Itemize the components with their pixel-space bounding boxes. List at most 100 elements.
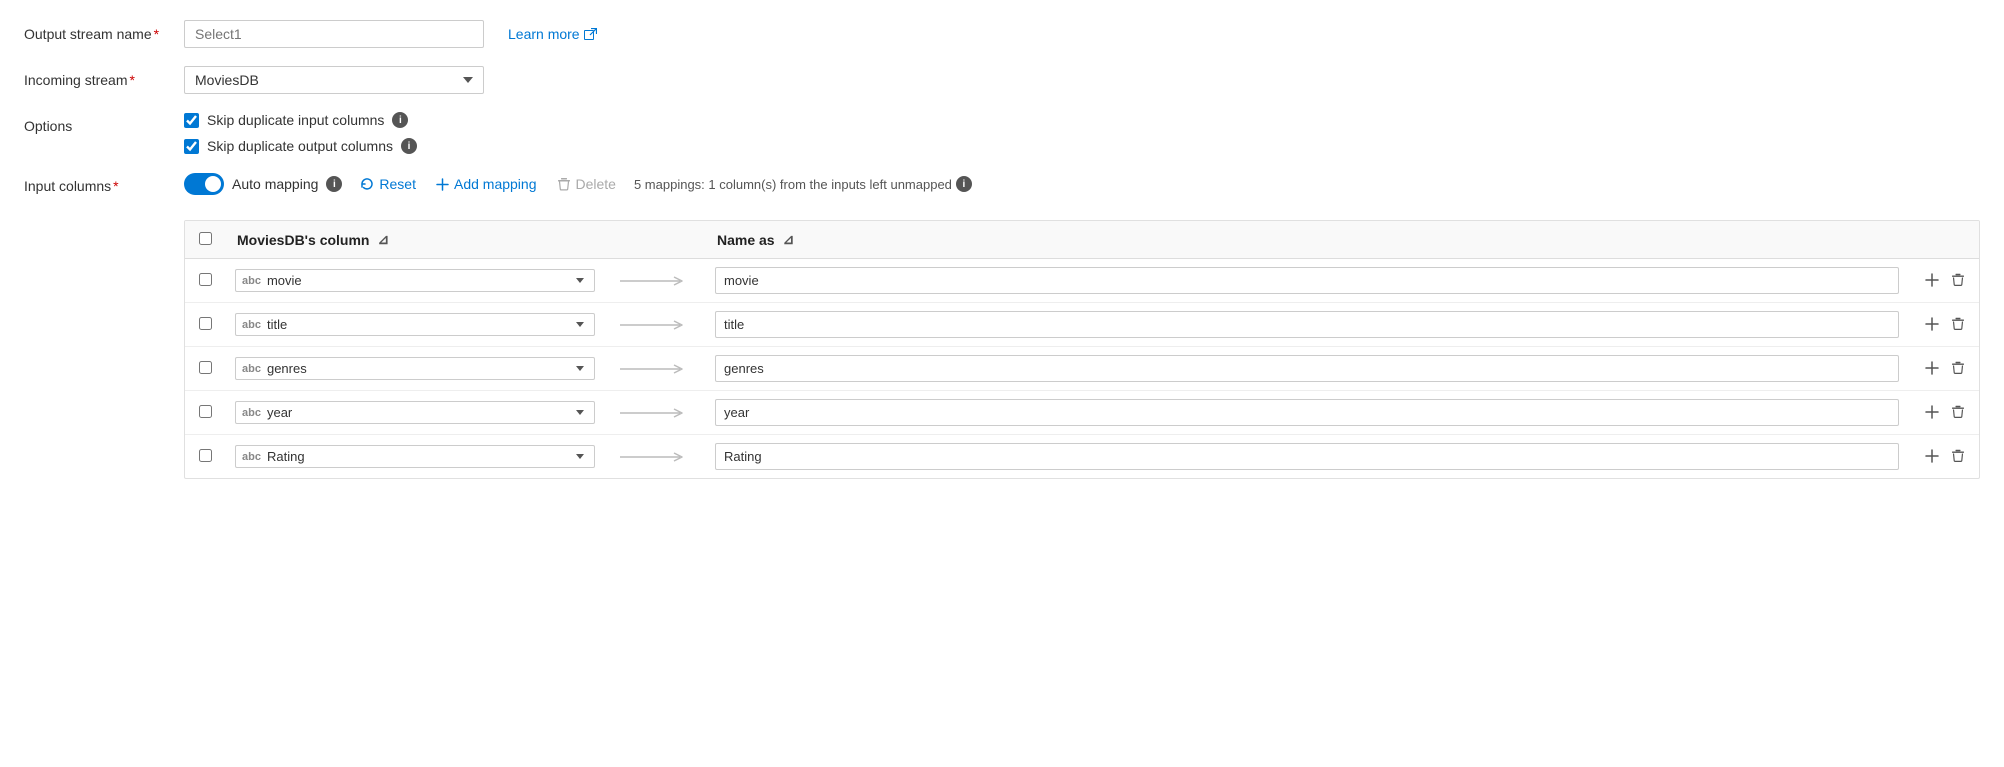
delete-row-icon-1 (1951, 317, 1965, 331)
mapping-table-container: MoviesDB's column ⊿ Name as ⊿ (184, 208, 1980, 479)
target-col-3 (705, 391, 1909, 435)
input-columns-label: Input columns* (24, 172, 184, 194)
mapping-rows: abc movie (185, 259, 1979, 479)
actions-col-3 (1909, 391, 1979, 435)
target-input-0[interactable] (715, 267, 1899, 294)
delete-icon (557, 177, 571, 191)
auto-mapping-toggle[interactable] (184, 173, 224, 195)
source-col-1: abc title (225, 303, 605, 347)
auto-mapping-toggle-wrap: Auto mapping i (184, 173, 342, 195)
mapping-table: MoviesDB's column ⊿ Name as ⊿ (185, 221, 1979, 478)
header-actions-col (1909, 221, 1979, 259)
delete-row-icon-2 (1951, 361, 1965, 375)
table-row: abc Rating (185, 435, 1979, 479)
add-row-button-0[interactable] (1921, 271, 1943, 289)
add-row-icon-1 (1925, 317, 1939, 331)
incoming-stream-select[interactable]: MoviesDB (184, 66, 484, 94)
arrow-col-3 (605, 391, 705, 435)
actions-col-4 (1909, 435, 1979, 479)
source-select-4[interactable]: Rating (267, 449, 588, 464)
add-row-icon-4 (1925, 449, 1939, 463)
input-columns-controls: Auto mapping i Reset Add mapping (184, 172, 972, 196)
add-row-icon-3 (1925, 405, 1939, 419)
row-checkbox-cell (185, 391, 225, 435)
add-row-button-3[interactable] (1921, 403, 1943, 421)
add-mapping-icon (436, 178, 449, 191)
delete-row-button-2[interactable] (1947, 359, 1969, 377)
add-mapping-button[interactable]: Add mapping (434, 172, 539, 196)
actions-col-1 (1909, 303, 1979, 347)
header-arrow-col (605, 221, 705, 259)
header-target-col: Name as ⊿ (705, 221, 1909, 259)
skip-duplicate-input-checkbox[interactable] (184, 113, 199, 128)
header-source-col: MoviesDB's column ⊿ (225, 221, 605, 259)
skip-duplicate-input-row: Skip duplicate input columns i (184, 112, 417, 128)
row-checkbox-2[interactable] (199, 361, 212, 374)
reset-button[interactable]: Reset (358, 172, 418, 196)
skip-duplicate-output-checkbox[interactable] (184, 139, 199, 154)
auto-mapping-info-icon: i (326, 176, 342, 192)
row-checkbox-1[interactable] (199, 317, 212, 330)
options-row: Options Skip duplicate input columns i S… (24, 112, 1980, 154)
source-col-2: abc genres (225, 347, 605, 391)
table-row: abc movie (185, 259, 1979, 303)
add-row-icon-0 (1925, 273, 1939, 287)
delete-row-button-0[interactable] (1947, 271, 1969, 289)
row-checkbox-cell (185, 259, 225, 303)
add-row-button-4[interactable] (1921, 447, 1943, 465)
target-col-2 (705, 347, 1909, 391)
target-input-4[interactable] (715, 443, 1899, 470)
add-row-icon-2 (1925, 361, 1939, 375)
input-columns-header: Input columns* Auto mapping i Reset (24, 172, 1980, 196)
row-checkbox-0[interactable] (199, 273, 212, 286)
source-col-3: abc year (225, 391, 605, 435)
target-input-1[interactable] (715, 311, 1899, 338)
output-stream-label: Output stream name* (24, 20, 184, 42)
arrow-icon-0 (620, 274, 690, 288)
actions-col-2 (1909, 347, 1979, 391)
delete-row-icon-4 (1951, 449, 1965, 463)
output-stream-input[interactable] (184, 20, 484, 48)
row-checkbox-4[interactable] (199, 449, 212, 462)
arrow-icon-1 (620, 318, 690, 332)
source-select-0[interactable]: movie (267, 273, 588, 288)
arrow-icon-3 (620, 406, 690, 420)
table-row: abc year (185, 391, 1979, 435)
source-col-0: abc movie (225, 259, 605, 303)
output-stream-row: Output stream name* Learn more (24, 20, 1980, 48)
row-checkbox-cell (185, 347, 225, 391)
options-content: Skip duplicate input columns i Skip dupl… (184, 112, 417, 154)
delete-row-icon-3 (1951, 405, 1965, 419)
add-row-button-2[interactable] (1921, 359, 1943, 377)
target-input-3[interactable] (715, 399, 1899, 426)
delete-button[interactable]: Delete (555, 172, 618, 196)
learn-more-link[interactable]: Learn more (508, 26, 597, 42)
row-checkbox-cell (185, 303, 225, 347)
arrow-icon-2 (620, 362, 690, 376)
arrow-col-0 (605, 259, 705, 303)
actions-col-0 (1909, 259, 1979, 303)
target-col-1 (705, 303, 1909, 347)
source-col-4: abc Rating (225, 435, 605, 479)
arrow-col-1 (605, 303, 705, 347)
target-filter-icon[interactable]: ⊿ (783, 231, 795, 248)
target-input-2[interactable] (715, 355, 1899, 382)
source-select-1[interactable]: title (267, 317, 588, 332)
select-all-checkbox[interactable] (199, 232, 212, 245)
source-select-2[interactable]: genres (267, 361, 588, 376)
delete-row-button-3[interactable] (1947, 403, 1969, 421)
delete-row-button-1[interactable] (1947, 315, 1969, 333)
table-row: abc genres (185, 347, 1979, 391)
row-checkbox-cell (185, 435, 225, 479)
source-select-3[interactable]: year (267, 405, 588, 420)
external-link-icon (584, 28, 597, 41)
arrow-col-2 (605, 347, 705, 391)
mapping-table-wrap: MoviesDB's column ⊿ Name as ⊿ (184, 220, 1980, 479)
row-checkbox-3[interactable] (199, 405, 212, 418)
add-row-button-1[interactable] (1921, 315, 1943, 333)
source-filter-icon[interactable]: ⊿ (377, 231, 389, 248)
delete-row-button-4[interactable] (1947, 447, 1969, 465)
skip-duplicate-output-row: Skip duplicate output columns i (184, 138, 417, 154)
mapping-table-header: MoviesDB's column ⊿ Name as ⊿ (185, 221, 1979, 259)
arrow-icon-4 (620, 450, 690, 464)
